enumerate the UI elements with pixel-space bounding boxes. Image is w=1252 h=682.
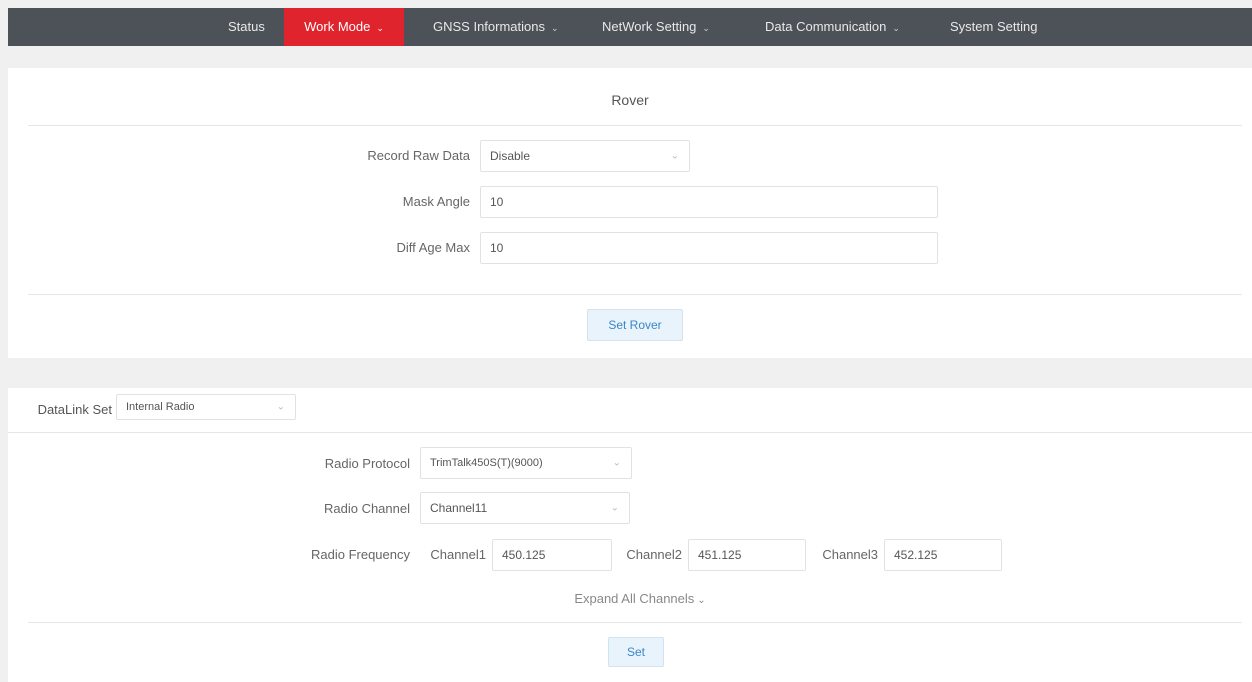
channel1-frequency-value: 450.125 bbox=[502, 548, 546, 562]
channel3-label: Channel3 bbox=[822, 547, 878, 562]
diff-age-max-input[interactable]: 10 bbox=[480, 232, 938, 264]
channel1-label: Channel1 bbox=[430, 547, 486, 562]
channel2-label: Channel2 bbox=[626, 547, 682, 562]
datalink-set-select[interactable]: Internal Radio ⌄ bbox=[116, 394, 296, 420]
radio-protocol-select[interactable]: TrimTalk450S(T)(9000) ⌄ bbox=[420, 447, 632, 479]
channel3-frequency-input[interactable]: 452.125 bbox=[884, 539, 1002, 571]
nav-work-mode-label: Work Mode bbox=[304, 19, 371, 34]
set-datalink-button[interactable]: Set bbox=[608, 637, 664, 667]
datalink-set-label: DataLink Set bbox=[37, 402, 112, 417]
chevron-down-icon: ⌄ bbox=[610, 502, 619, 514]
nav-network-label: NetWork Setting bbox=[602, 19, 697, 34]
mask-angle-input[interactable]: 10 bbox=[480, 186, 938, 218]
radio-channel-select[interactable]: Channel11 ⌄ bbox=[420, 492, 630, 524]
set-rover-button[interactable]: Set Rover bbox=[587, 309, 683, 341]
chevron-down-icon: ⌄ bbox=[702, 23, 710, 33]
mask-angle-label: Mask Angle bbox=[402, 194, 470, 209]
nav-gnss-label: GNSS Informations bbox=[433, 19, 545, 34]
channel2-frequency-input[interactable]: 451.125 bbox=[688, 539, 806, 571]
diff-age-max-value: 10 bbox=[490, 241, 504, 255]
radio-frequency-label: Radio Frequency bbox=[311, 547, 410, 562]
nav-system-label: System Setting bbox=[950, 19, 1038, 34]
nav-system-setting[interactable]: System Setting bbox=[950, 8, 1037, 46]
chevron-down-icon: ⌄ bbox=[670, 150, 679, 162]
diff-age-max-label: Diff Age Max bbox=[396, 240, 470, 255]
nav-data-communication[interactable]: Data Communication ⌄ bbox=[765, 8, 900, 46]
record-raw-data-value: Disable bbox=[490, 149, 531, 163]
datalink-divider bbox=[8, 432, 1252, 433]
channel2-frequency-value: 451.125 bbox=[698, 548, 742, 562]
chevron-down-icon: ⌄ bbox=[892, 23, 900, 33]
radio-protocol-label: Radio Protocol bbox=[324, 456, 410, 471]
chevron-down-icon: ⌄ bbox=[551, 23, 559, 33]
record-raw-data-select[interactable]: Disable ⌄ bbox=[480, 140, 690, 172]
nav-gnss-informations[interactable]: GNSS Informations ⌄ bbox=[433, 8, 559, 46]
datalink-footer-divider bbox=[28, 622, 1242, 623]
channel1-frequency-input[interactable]: 450.125 bbox=[492, 539, 612, 571]
nav-work-mode[interactable]: Work Mode ⌄ bbox=[284, 8, 404, 46]
chevron-down-icon: ⌄ bbox=[276, 401, 285, 413]
rover-footer-divider bbox=[28, 294, 1242, 295]
radio-channel-label: Radio Channel bbox=[323, 501, 410, 516]
radio-channel-value: Channel11 bbox=[430, 501, 488, 515]
expand-all-channels-label: Expand All Channels bbox=[574, 591, 695, 606]
mask-angle-value: 10 bbox=[490, 195, 504, 209]
nav-network-setting[interactable]: NetWork Setting ⌄ bbox=[602, 8, 710, 46]
nav-status-label: Status bbox=[228, 19, 265, 34]
rover-title: Rover bbox=[611, 92, 649, 108]
chevron-down-icon: ⌄ bbox=[612, 457, 621, 469]
nav-data-comm-label: Data Communication bbox=[765, 19, 887, 34]
radio-protocol-value: TrimTalk450S(T)(9000) bbox=[430, 457, 543, 469]
rover-title-divider bbox=[28, 125, 1242, 126]
record-raw-data-label: Record Raw Data bbox=[367, 148, 470, 163]
nav-status[interactable]: Status bbox=[228, 8, 265, 46]
chevron-down-icon: ⌄ bbox=[376, 23, 384, 33]
channel3-frequency-value: 452.125 bbox=[894, 548, 938, 562]
datalink-set-value: Internal Radio bbox=[126, 401, 195, 413]
expand-all-channels-link[interactable]: Expand All Channels ⌄ bbox=[540, 591, 740, 606]
chevron-down-icon: ⌄ bbox=[697, 595, 706, 606]
